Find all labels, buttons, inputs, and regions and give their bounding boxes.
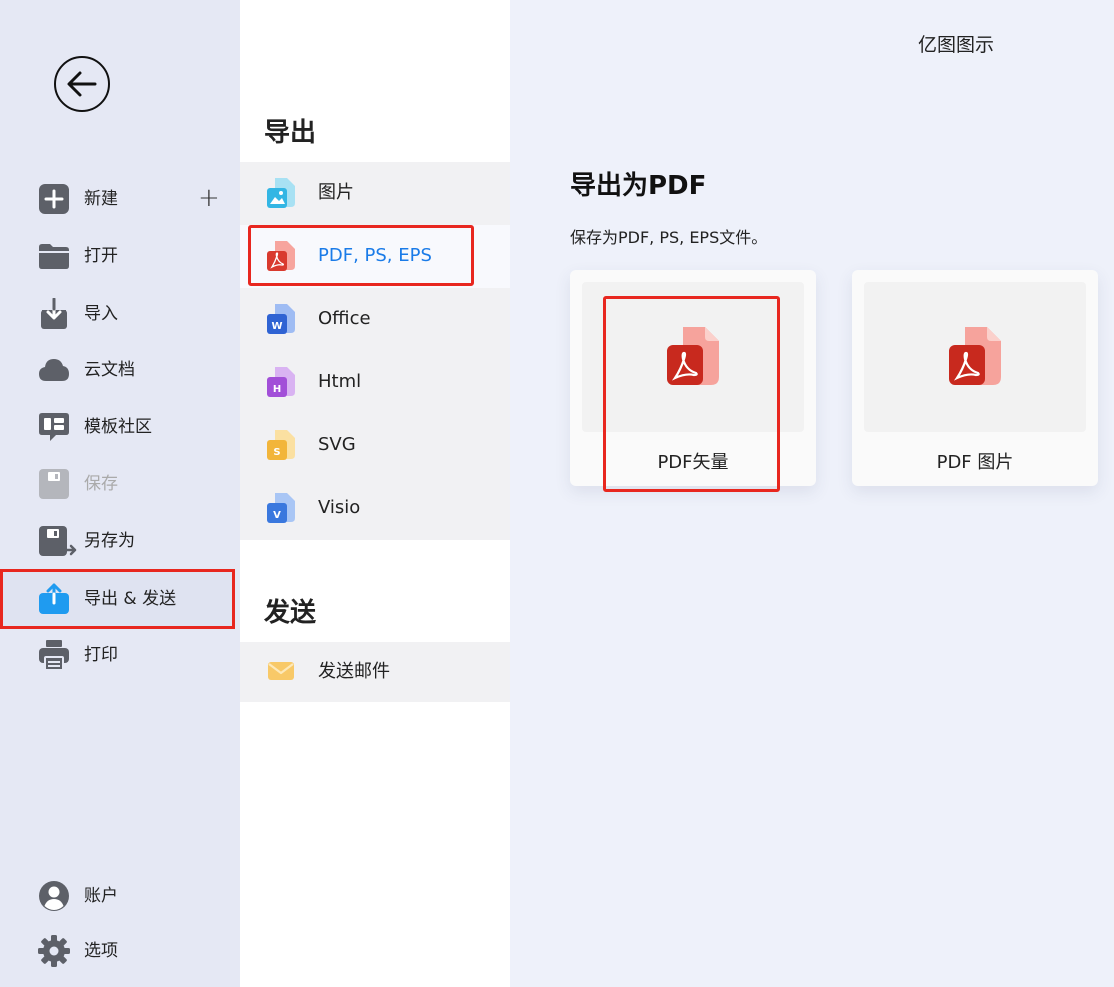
sidebar-item-save-as[interactable]: 另存为	[0, 518, 235, 564]
html-file-icon: H	[267, 367, 295, 397]
card-thumbnail	[864, 282, 1086, 432]
pdf-icon	[949, 327, 1001, 385]
image-file-icon	[267, 178, 295, 208]
export-item-label: Office	[318, 308, 371, 329]
sidebar-item-label: 账户	[84, 886, 118, 906]
sidebar-item-account[interactable]: 账户	[0, 873, 235, 919]
pdf-icon	[667, 327, 719, 385]
mail-icon	[268, 662, 294, 680]
sidebar-item-cloud-docs[interactable]: 云文档	[0, 347, 235, 393]
export-item-label: Visio	[318, 497, 361, 518]
sidebar-item-label: 模板社区	[84, 417, 152, 437]
plus-square-icon	[39, 184, 69, 214]
send-list: 发送邮件	[240, 642, 510, 702]
svg-text:S: S	[273, 447, 280, 458]
folder-icon	[39, 244, 69, 269]
save-as-icon	[39, 526, 77, 556]
back-button[interactable]	[54, 56, 110, 112]
import-icon	[41, 298, 67, 329]
export-format-list: 图片 PDF, PS, EPS W Office H Html S SVG V …	[240, 162, 510, 540]
page-description: 保存为PDF, PS, EPS文件。	[570, 228, 768, 247]
add-new-button[interactable]: +	[198, 185, 220, 211]
svg-text:W: W	[271, 321, 282, 332]
sidebar-item-label: 保存	[84, 474, 118, 494]
sidebar-item-open[interactable]: 打开	[0, 233, 235, 279]
send-item-label: 发送邮件	[318, 661, 390, 682]
sidebar-item-label: 打开	[84, 246, 118, 266]
sidebar-item-label: 导出 & 发送	[84, 589, 177, 609]
export-item-html[interactable]: H Html	[240, 351, 510, 414]
sidebar-item-template-community[interactable]: 模板社区	[0, 404, 235, 450]
page-title: 导出为PDF	[570, 171, 707, 201]
sidebar-item-save[interactable]: 保存	[0, 461, 235, 507]
sidebar-item-label: 导入	[84, 304, 118, 324]
svg-file-icon: S	[267, 430, 295, 460]
sidebar-item-label: 选项	[84, 941, 118, 961]
pdf-vector-card[interactable]: PDF矢量	[570, 270, 816, 486]
send-item-email[interactable]: 发送邮件	[240, 642, 510, 702]
export-item-visio[interactable]: V Visio	[240, 477, 510, 540]
sidebar-item-label: 新建	[84, 189, 118, 209]
card-thumbnail	[582, 282, 804, 432]
sidebar-item-print[interactable]: 打印	[0, 632, 235, 678]
export-item-label: PDF, PS, EPS	[318, 245, 432, 266]
export-item-image[interactable]: 图片	[240, 162, 510, 225]
pdf-file-icon	[267, 241, 295, 271]
export-item-svg[interactable]: S SVG	[240, 414, 510, 477]
export-heading: 导出	[264, 118, 317, 148]
sidebar-item-import[interactable]: 导入	[0, 291, 235, 337]
app-title: 亿图图示	[918, 34, 995, 56]
sidebar-item-label: 云文档	[84, 360, 135, 380]
svg-text:V: V	[273, 510, 281, 521]
printer-icon	[39, 640, 69, 671]
send-heading: 发送	[264, 598, 317, 628]
export-item-label: 图片	[318, 182, 354, 203]
visio-file-icon: V	[267, 493, 295, 523]
sidebar-item-new[interactable]: 新建 +	[0, 176, 235, 222]
sidebar: 新建 + 打开 导入 云文档 模板社区 保存 另存为 导出 & 发送 打印 账户…	[0, 0, 240, 987]
cloud-icon	[39, 359, 69, 381]
export-options-panel: 导出 图片 PDF, PS, EPS W Office H Html S SVG…	[240, 0, 510, 987]
sidebar-item-export-send[interactable]: 导出 & 发送	[0, 569, 235, 629]
svg-text:H: H	[273, 384, 281, 395]
card-label: PDF矢量	[657, 452, 729, 473]
sidebar-item-label: 另存为	[84, 531, 135, 551]
template-community-icon	[39, 413, 69, 441]
card-label: PDF 图片	[936, 452, 1014, 473]
export-item-pdf-ps-eps[interactable]: PDF, PS, EPS	[240, 225, 510, 288]
export-icon	[39, 583, 69, 614]
export-item-office[interactable]: W Office	[240, 288, 510, 351]
export-item-label: Html	[318, 371, 362, 392]
sidebar-item-options[interactable]: 选项	[0, 928, 235, 974]
pdf-image-card[interactable]: PDF 图片	[852, 270, 1098, 486]
word-file-icon: W	[267, 304, 295, 334]
sidebar-item-label: 打印	[84, 645, 118, 665]
export-item-label: SVG	[318, 434, 356, 455]
gear-icon	[38, 935, 70, 967]
account-icon	[39, 881, 69, 911]
arrow-left-icon	[67, 71, 97, 97]
save-icon	[39, 469, 69, 499]
